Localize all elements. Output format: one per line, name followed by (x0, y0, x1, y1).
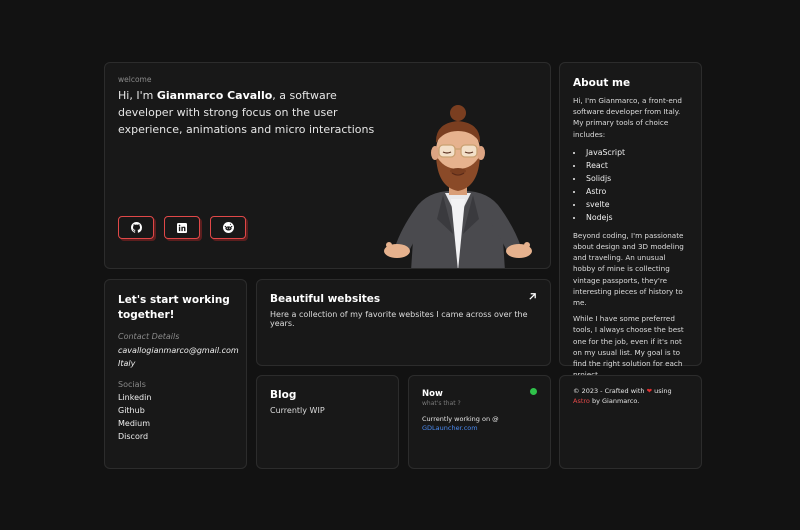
about-intro: Hi, I'm Gianmarco, a front-end software … (573, 96, 682, 139)
memoji-avatar-image (384, 105, 532, 268)
intro-prefix: Hi, I'm (118, 89, 157, 102)
about-card: About me Hi, I'm Gianmarco, a front-end … (559, 62, 702, 379)
footer-prefix: © 2023 - Crafted with (573, 387, 647, 395)
footer-text: © 2023 - Crafted with ❤ using Astro by G… (573, 387, 688, 406)
about-paragraph-tools: While I have some preferred tools, I alw… (573, 314, 684, 379)
email-link[interactable]: cavallogianmarco@gmail.com (118, 344, 239, 357)
about-paragraph-hobbies: Beyond coding, I'm passionate about desi… (573, 230, 684, 308)
linkedin-button[interactable] (164, 216, 200, 239)
contact-details-label: Contact Details (118, 332, 180, 341)
footer-middle: using (652, 387, 672, 395)
tool-item: Solidjs (584, 172, 688, 185)
tool-item: React (584, 159, 688, 172)
github-icon (130, 222, 142, 233)
contact-card: Let's start working together! Contact De… (104, 279, 247, 469)
social-buttons (118, 216, 246, 239)
social-link-github[interactable]: Github (118, 404, 233, 417)
footer-card: © 2023 - Crafted with ❤ using Astro by G… (559, 375, 702, 469)
about-title: About me (573, 77, 631, 89)
contact-title: Let's start working together! (118, 294, 230, 321)
intro-text: Hi, I'm Gianmarco Cavallo, a software de… (118, 87, 383, 138)
country-text: Italy (118, 359, 136, 368)
github-button[interactable] (118, 216, 154, 239)
tool-item: JavaScript (584, 146, 688, 159)
footer-suffix: by Gianmarco. (589, 396, 640, 405)
social-link-discord[interactable]: Discord (118, 430, 233, 443)
tools-list: JavaScript React Solidjs Astro svelte No… (584, 146, 688, 224)
astro-link[interactable]: Astro (573, 397, 590, 405)
blog-status: Currently WIP (270, 406, 325, 415)
welcome-label: welcome (118, 75, 152, 84)
tool-item: Astro (584, 185, 688, 198)
websites-description: Here a collection of my favorite website… (270, 310, 528, 328)
socials-label: Socials (118, 380, 146, 389)
now-subtitle: what's that ? (422, 400, 461, 407)
tool-item: Nodejs (584, 211, 688, 224)
now-title: Now (422, 389, 443, 399)
social-link-medium[interactable]: Medium (118, 417, 233, 430)
linkedin-icon (177, 222, 187, 233)
welcome-card: welcome Hi, I'm Gianmarco Cavallo, a sof… (104, 62, 551, 269)
tool-item: svelte (584, 198, 688, 211)
blog-title: Blog (270, 389, 297, 401)
arrow-up-right-icon (529, 293, 536, 300)
reddit-icon (222, 222, 234, 233)
social-link-linkedin[interactable]: Linkedin (118, 391, 233, 404)
now-card: Now what's that ? Currently working on @… (408, 375, 551, 469)
beautiful-websites-card[interactable]: Beautiful websites Here a collection of … (256, 279, 551, 366)
reddit-button[interactable] (210, 216, 246, 239)
websites-title: Beautiful websites (270, 293, 381, 305)
author-name: Gianmarco Cavallo (156, 89, 273, 102)
gdlauncher-link[interactable]: GDLauncher.com (422, 424, 537, 433)
status-dot-icon (530, 388, 537, 395)
now-text: Currently working on @ (422, 415, 499, 423)
blog-card[interactable]: Blog Currently WIP (256, 375, 399, 469)
